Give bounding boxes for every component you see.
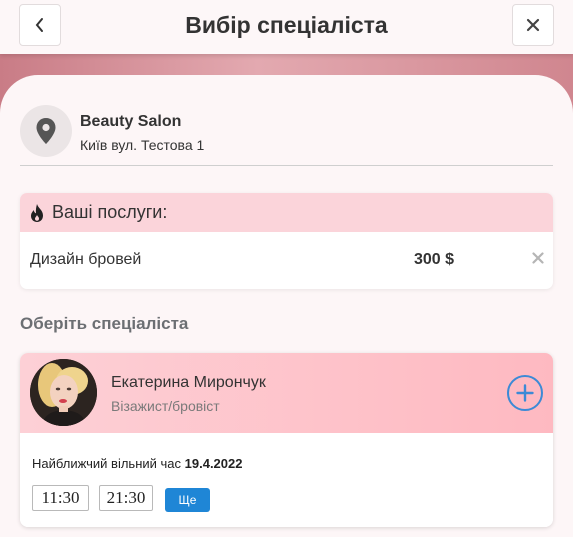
page-title: Вибір спеціаліста: [185, 12, 388, 38]
plus-circle-icon: [516, 384, 534, 402]
specialist-name: Екатерина Мирончук: [111, 374, 266, 391]
nearest-time-date: 19.4.2022: [184, 456, 243, 471]
specialist-role: Візажист/бровіст: [111, 398, 220, 414]
salon-avatar: [20, 105, 72, 157]
specialist-availability: Найближчий вільний час 19.4.2022 11:30 2…: [20, 433, 553, 527]
salon-name: Beauty Salon: [80, 113, 182, 130]
top-bar: Вибір спеціаліста: [0, 0, 573, 54]
divider: [20, 165, 553, 166]
service-name: Дизайн бровей: [30, 251, 142, 268]
salon-address: Київ вул. Тестова 1: [80, 137, 205, 153]
close-icon: [526, 18, 540, 32]
more-slots-button[interactable]: Ще: [165, 488, 210, 512]
service-row: Дизайн бровей 300 $: [20, 232, 553, 289]
nearest-time: Найближчий вільний час 19.4.2022: [32, 456, 242, 471]
specialist-avatar: [30, 359, 97, 426]
specialist-header: Екатерина Мирончук Візажист/бровіст: [20, 353, 553, 433]
specialist-card: Екатерина Мирончук Візажист/бровіст Найб…: [20, 353, 553, 527]
section-title: Оберіть спеціаліста: [20, 314, 189, 333]
service-price: 300 $: [414, 251, 455, 268]
time-slot[interactable]: 21:30: [99, 485, 153, 511]
avatar-portrait: [30, 359, 97, 426]
fire-icon: [31, 203, 43, 222]
close-button[interactable]: [512, 4, 554, 46]
services-header: Ваші послуги:: [20, 193, 553, 232]
nearest-time-label: Найближчий вільний час: [32, 456, 185, 471]
time-slot[interactable]: 11:30: [32, 485, 89, 511]
remove-service-icon[interactable]: [531, 251, 545, 265]
services-title: Ваші послуги:: [52, 202, 168, 222]
services-card: Ваші послуги: Дизайн бровей 300 $: [20, 193, 553, 289]
add-specialist-button[interactable]: [507, 375, 543, 411]
location-pin-icon: [36, 118, 56, 144]
